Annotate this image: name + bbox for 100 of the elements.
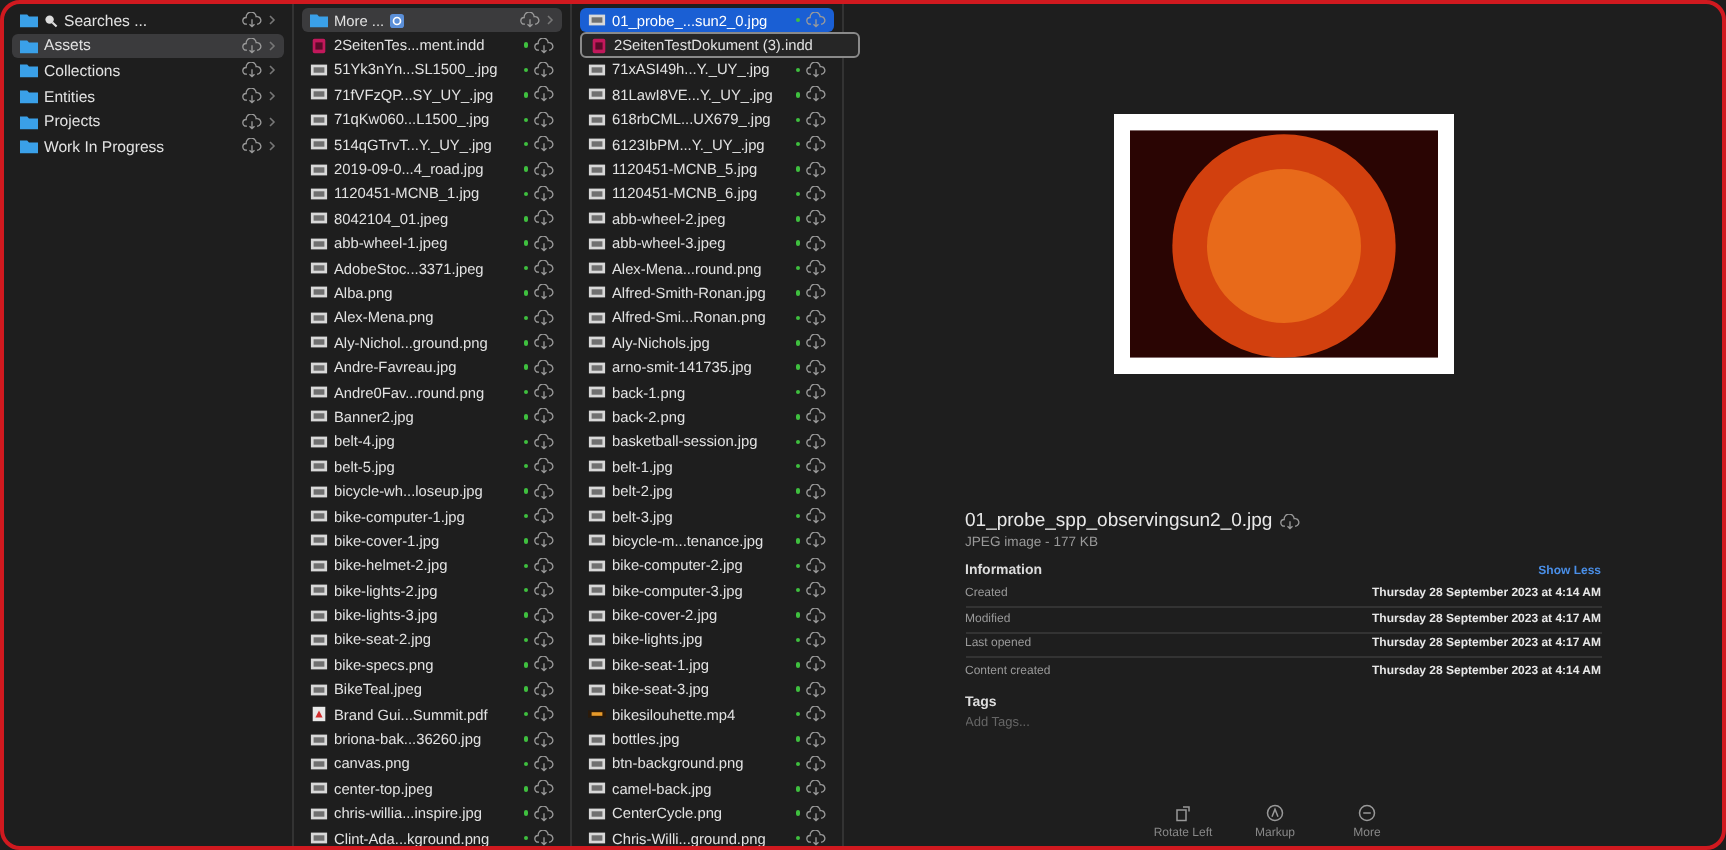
- sync-status-dot: [795, 587, 800, 593]
- sync-status-dot: [523, 315, 528, 321]
- cloud-download-icon[interactable]: [806, 260, 826, 277]
- cloud-download-icon[interactable]: [806, 359, 826, 376]
- sync-status-dot: [795, 17, 800, 23]
- sync-status-dot: [523, 290, 528, 296]
- cloud-download-icon[interactable]: [534, 681, 554, 698]
- cloud-download-icon[interactable]: [534, 532, 554, 549]
- cloud-download-icon[interactable]: [534, 433, 554, 450]
- sync-status-dot: [523, 612, 528, 618]
- cloud-download-icon[interactable]: [534, 557, 554, 574]
- cloud-download-icon[interactable]: [534, 582, 554, 599]
- cloud-download-icon[interactable]: [806, 136, 826, 153]
- cloud-download-icon[interactable]: [806, 532, 826, 549]
- cloud-download-icon[interactable]: [534, 631, 554, 648]
- cloud-download-icon[interactable]: [806, 780, 826, 797]
- cloud-download-icon[interactable]: [806, 111, 826, 128]
- sync-status-dot: [523, 736, 528, 742]
- cloud-download-icon[interactable]: [1280, 513, 1301, 529]
- cloud-download-icon[interactable]: [534, 260, 554, 277]
- cloud-download-icon[interactable]: [806, 557, 826, 574]
- cloud-download-icon[interactable]: [534, 235, 554, 252]
- cloud-download-icon[interactable]: [806, 755, 826, 772]
- cloud-download-icon[interactable]: [806, 483, 826, 500]
- sync-status-dot: [795, 538, 800, 544]
- cloud-download-icon[interactable]: [806, 235, 826, 252]
- sync-status-dot: [795, 216, 800, 222]
- cloud-download-icon[interactable]: [242, 62, 262, 79]
- cloud-download-icon[interactable]: [806, 161, 826, 178]
- cloud-download-icon[interactable]: [806, 433, 826, 450]
- sync-status-dot: [523, 587, 528, 593]
- cloud-download-icon[interactable]: [534, 483, 554, 500]
- cloud-download-icon[interactable]: [534, 111, 554, 128]
- cloud-download-icon[interactable]: [806, 805, 826, 822]
- cloud-download-icon[interactable]: [534, 706, 554, 723]
- cloud-download-icon[interactable]: [534, 86, 554, 103]
- sync-status-dot: [795, 315, 800, 321]
- cloud-download-icon[interactable]: [242, 37, 262, 54]
- cloud-download-icon[interactable]: [520, 12, 540, 29]
- cloud-download-icon[interactable]: [806, 631, 826, 648]
- cloud-download-icon[interactable]: [806, 656, 826, 673]
- cloud-download-icon[interactable]: [806, 408, 826, 425]
- video-thumbnail-icon: [588, 706, 606, 723]
- cloud-download-icon[interactable]: [806, 458, 826, 475]
- cloud-download-icon[interactable]: [534, 780, 554, 797]
- sync-status-dot: [523, 439, 528, 445]
- cloud-download-icon[interactable]: [806, 61, 826, 78]
- cloud-download-icon[interactable]: [534, 656, 554, 673]
- sync-status-dot: [795, 810, 800, 816]
- cloud-download-icon[interactable]: [534, 161, 554, 178]
- cloud-download-icon[interactable]: [534, 508, 554, 524]
- cloud-download-icon[interactable]: [806, 86, 826, 103]
- cloud-download-icon[interactable]: [534, 309, 554, 326]
- cloud-download-icon[interactable]: [534, 408, 554, 425]
- sync-status-dot: [795, 439, 800, 445]
- cloud-download-icon[interactable]: [534, 805, 554, 822]
- cloud-download-icon[interactable]: [534, 185, 554, 202]
- cloud-download-icon[interactable]: [534, 731, 554, 748]
- cloud-download-icon[interactable]: [534, 210, 554, 227]
- cloud-download-icon[interactable]: [242, 138, 262, 155]
- cloud-download-icon[interactable]: [806, 384, 826, 401]
- cloud-download-icon[interactable]: [534, 607, 554, 624]
- cloud-download-icon[interactable]: [806, 334, 826, 351]
- sync-status-dot: [795, 463, 800, 469]
- cloud-download-icon[interactable]: [806, 508, 826, 524]
- cloud-download-icon[interactable]: [806, 309, 826, 326]
- cloud-download-icon[interactable]: [806, 210, 826, 227]
- cloud-download-icon[interactable]: [534, 755, 554, 772]
- sync-status-dot: [523, 786, 528, 792]
- cloud-download-icon[interactable]: [534, 458, 554, 475]
- cloud-download-icon[interactable]: [806, 681, 826, 698]
- sync-status-dot: [795, 786, 800, 792]
- sync-status-dot: [795, 240, 800, 246]
- cloud-download-icon[interactable]: [534, 830, 554, 846]
- cloud-download-icon[interactable]: [806, 284, 826, 301]
- cloud-download-icon[interactable]: [242, 12, 262, 29]
- cloud-download-icon[interactable]: [534, 61, 554, 78]
- cloud-download-icon[interactable]: [534, 136, 554, 153]
- cloud-download-icon[interactable]: [806, 830, 826, 846]
- sync-status-dot: [795, 67, 800, 73]
- cloud-download-icon[interactable]: [534, 37, 554, 54]
- cloud-download-icon[interactable]: [242, 113, 262, 130]
- cloud-download-icon[interactable]: [534, 334, 554, 351]
- sync-status-dot: [795, 364, 800, 370]
- cloud-download-icon[interactable]: [806, 607, 826, 624]
- rotate-icon: [1174, 804, 1192, 822]
- cloud-download-icon[interactable]: [806, 185, 826, 202]
- cloud-download-icon[interactable]: [534, 359, 554, 376]
- pdf-file-icon: [310, 706, 328, 723]
- cloud-download-icon[interactable]: [806, 731, 826, 748]
- sync-status-dot: [795, 141, 800, 147]
- sync-status-dot: [795, 513, 800, 519]
- sync-status-dot: [523, 761, 528, 767]
- sync-status-dot: [795, 117, 800, 122]
- sync-status-dot: [523, 463, 528, 469]
- cloud-download-icon[interactable]: [806, 582, 826, 599]
- cloud-download-icon[interactable]: [806, 706, 826, 723]
- cloud-download-icon[interactable]: [534, 384, 554, 401]
- cloud-download-icon[interactable]: [534, 284, 554, 301]
- cloud-download-icon[interactable]: [242, 88, 262, 105]
